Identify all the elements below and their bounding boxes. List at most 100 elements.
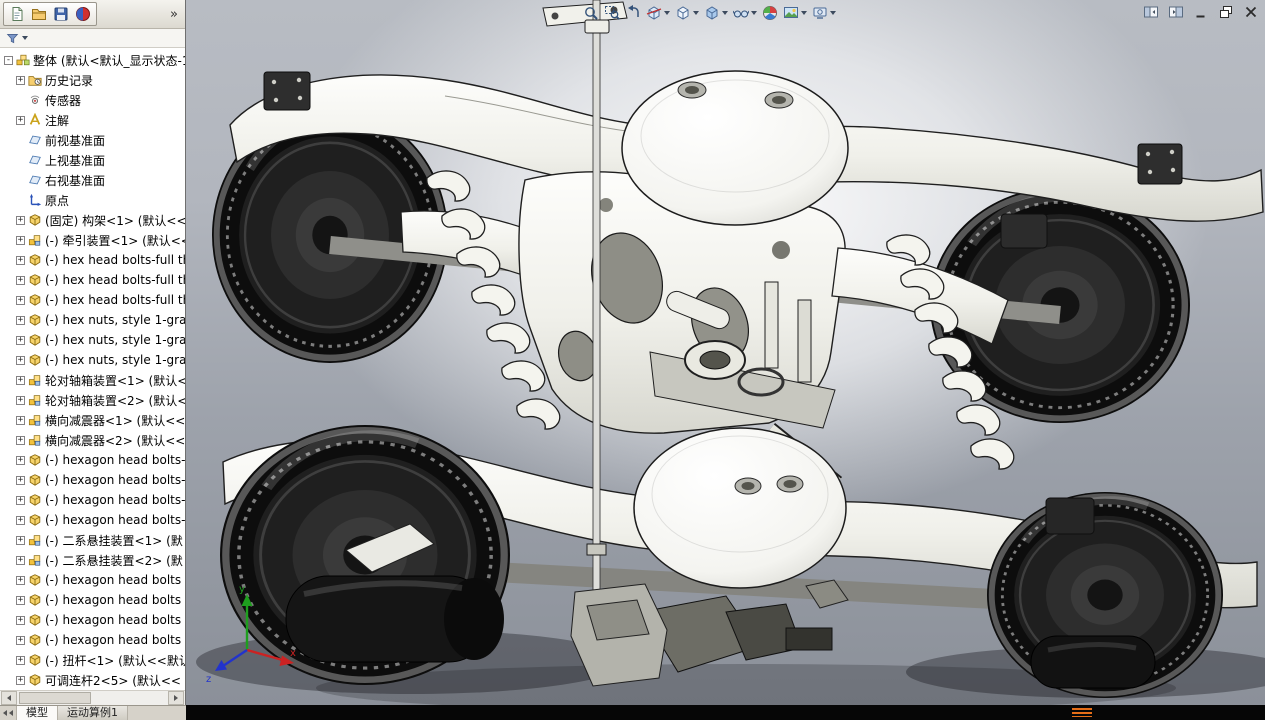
tree-expander[interactable]: + [16, 75, 25, 85]
tab-model[interactable]: 模型 [17, 706, 58, 720]
previous-view-button[interactable] [624, 4, 642, 22]
tree-item[interactable]: 上视基准面 [0, 150, 185, 170]
tree-item[interactable]: + 可调连杆2<5> (默认<< [0, 670, 185, 690]
tree-item[interactable]: + 历史记录 [0, 70, 185, 90]
tree-item[interactable]: + 横向减震器<2> (默认<< [0, 430, 185, 450]
tree-item[interactable]: + (-) hexagon head bolts- [0, 470, 185, 490]
air-spring-front[interactable] [633, 427, 847, 589]
tree-expander[interactable]: + [16, 615, 25, 625]
filter-dropdown-icon[interactable] [22, 36, 28, 40]
close-button[interactable] [1242, 4, 1260, 20]
tree-item[interactable]: + (-) hexagon head bolts- [0, 510, 185, 530]
tree-expander[interactable]: + [16, 315, 25, 325]
view-settings-dropdown-icon[interactable] [830, 11, 836, 15]
scroll-left-button[interactable] [1, 691, 17, 705]
view-settings-button[interactable] [811, 4, 837, 22]
tree-item[interactable]: - 整体 (默认<默认_显示状态-1 [0, 50, 185, 70]
tab-motion-study[interactable]: 运动算例1 [58, 706, 128, 720]
edit-appearance-button[interactable] [761, 4, 779, 22]
tree-item[interactable]: + (-) 牵引装置<1> (默认<< [0, 230, 185, 250]
tree-item[interactable]: + (-) hex nuts, style 1-gra [0, 330, 185, 350]
tree-horizontal-scrollbar[interactable] [0, 690, 185, 705]
tree-expander[interactable]: + [16, 535, 25, 545]
tree-item[interactable]: + (-) hex head bolts-full th [0, 270, 185, 290]
tree-item[interactable]: + 轮对轴箱装置<2> (默认< [0, 390, 185, 410]
tree-item[interactable]: 原点 [0, 190, 185, 210]
tree-expander[interactable]: - [4, 55, 13, 65]
tree-item[interactable]: + (-) hexagon head bolts [0, 630, 185, 650]
tree-item[interactable]: 传感器 [0, 90, 185, 110]
toolbar-expand-chevron[interactable]: » [166, 7, 182, 22]
help-button[interactable] [73, 4, 93, 24]
graphics-viewport[interactable]: x y z [186, 0, 1265, 705]
tree-expander[interactable]: + [16, 295, 25, 305]
zoom-fit-button[interactable] [582, 4, 600, 22]
tree-expander[interactable]: + [16, 415, 25, 425]
air-spring-rear[interactable] [621, 70, 849, 226]
minimize-button[interactable] [1192, 4, 1210, 20]
tree-item[interactable]: + (-) hex nuts, style 1-gra [0, 310, 185, 330]
collapse-pane-button[interactable] [1142, 4, 1160, 20]
headsup-toolbar [578, 2, 841, 24]
open-document-button[interactable] [29, 4, 49, 24]
brake-unit-right[interactable] [1030, 635, 1156, 689]
tree-item[interactable]: + (-) hexagon head bolts- [0, 450, 185, 470]
tree-item[interactable]: + (固定) 构架<1> (默认<< [0, 210, 185, 230]
save-button[interactable] [51, 4, 71, 24]
tree-item[interactable]: + (-) hex head bolts-full th [0, 290, 185, 310]
view-orientation-button[interactable] [674, 4, 700, 22]
restore-button[interactable] [1217, 4, 1235, 20]
tree-expander[interactable]: + [16, 395, 25, 405]
tree-item[interactable]: + 横向减震器<1> (默认<< [0, 410, 185, 430]
apply-scene-button[interactable] [782, 4, 808, 22]
tree-expander[interactable]: + [16, 215, 25, 225]
tree-expander[interactable]: + [16, 475, 25, 485]
tree-item[interactable]: 右视基准面 [0, 170, 185, 190]
apply-scene-dropdown-icon[interactable] [801, 11, 807, 15]
tree-item[interactable]: + 注解 [0, 110, 185, 130]
tree-item[interactable]: + (-) 二系悬挂装置<2> (默 [0, 550, 185, 570]
tree-item[interactable]: + (-) hexagon head bolts- [0, 490, 185, 510]
tree-item[interactable]: + (-) hexagon head bolts [0, 570, 185, 590]
tree-expander[interactable]: + [16, 655, 25, 665]
tree-expander[interactable]: + [16, 455, 25, 465]
scroll-right-button[interactable] [168, 691, 184, 705]
tree-expander[interactable]: + [16, 495, 25, 505]
tree-expander[interactable]: + [16, 435, 25, 445]
filter-button[interactable] [4, 30, 20, 46]
tree-expander[interactable]: + [16, 255, 25, 265]
tree-item[interactable]: + (-) hexagon head bolts [0, 590, 185, 610]
tree-item[interactable]: + (-) hexagon head bolts [0, 610, 185, 630]
tree-expander[interactable]: + [16, 115, 25, 125]
new-document-button[interactable] [7, 4, 27, 24]
hide-show-items-button[interactable] [732, 4, 758, 22]
tree-expander[interactable]: + [16, 515, 25, 525]
zoom-area-button[interactable] [603, 4, 621, 22]
tree-expander[interactable]: + [16, 235, 25, 245]
tree-item[interactable]: + (-) hex head bolts-full th [0, 250, 185, 270]
expand-pane-button[interactable] [1167, 4, 1185, 20]
display-style-button[interactable] [703, 4, 729, 22]
display-style-dropdown-icon[interactable] [722, 11, 728, 15]
tree-expander[interactable]: + [16, 635, 25, 645]
tree-item[interactable]: + 轮对轴箱装置<1> (默认< [0, 370, 185, 390]
tree-expander[interactable]: + [16, 555, 25, 565]
tree-item[interactable]: + (-) hex nuts, style 1-gra [0, 350, 185, 370]
tree-expander[interactable]: + [16, 675, 25, 685]
tree-expander[interactable]: + [16, 575, 25, 585]
tree-item[interactable]: + (-) 扭杆<1> (默认<<默认 [0, 650, 185, 670]
tree-expander[interactable]: + [16, 355, 25, 365]
tree-expander[interactable]: + [16, 595, 25, 605]
section-view-button[interactable] [645, 4, 671, 22]
tree-expander[interactable]: + [16, 375, 25, 385]
tab-scroll-buttons[interactable] [0, 706, 17, 720]
hide-show-items-dropdown-icon[interactable] [751, 11, 757, 15]
scrollbar-thumb[interactable] [19, 692, 91, 704]
bogie-assembly-model[interactable]: x y z [186, 0, 1265, 705]
tree-item[interactable]: + (-) 二系悬挂装置<1> (默 [0, 530, 185, 550]
tree-expander[interactable]: + [16, 275, 25, 285]
tree-expander[interactable]: + [16, 335, 25, 345]
tree-item[interactable]: 前视基准面 [0, 130, 185, 150]
view-orientation-dropdown-icon[interactable] [693, 11, 699, 15]
section-view-dropdown-icon[interactable] [664, 11, 670, 15]
